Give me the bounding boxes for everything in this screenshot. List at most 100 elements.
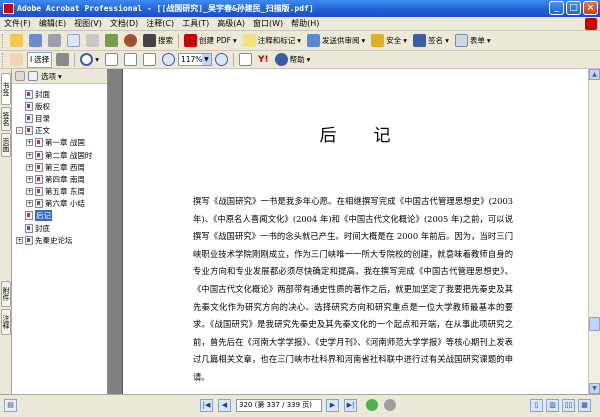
stamp-button[interactable]: [122, 33, 139, 49]
select-tool-button[interactable]: I 选择: [27, 51, 53, 68]
page-layout-button[interactable]: ▤: [4, 399, 17, 412]
snapshot-button[interactable]: [54, 52, 71, 68]
tab-attachments[interactable]: 附件: [1, 281, 11, 307]
chevron-down-icon[interactable]: ▼: [201, 54, 211, 65]
menu-help[interactable]: 帮助(H): [287, 18, 323, 29]
pen-icon: [413, 34, 427, 47]
continuous-facing-button[interactable]: ▦: [578, 399, 591, 412]
tab-pages[interactable]: 页面: [1, 133, 11, 157]
bookmark-label: 后记: [35, 210, 52, 222]
new-bookmark-icon[interactable]: [28, 71, 38, 81]
forms-button[interactable]: 表单 ▾: [453, 33, 493, 49]
bookmark-item[interactable]: + 第六章 小结: [12, 198, 107, 210]
send-review-button[interactable]: 发送供审阅 ▾: [305, 33, 367, 49]
menu-view[interactable]: 视图(V): [70, 18, 106, 29]
continuous-button[interactable]: ▥: [546, 399, 559, 412]
comment-markup-button[interactable]: 注释和标记 ▾: [241, 33, 303, 49]
menu-document[interactable]: 文档(D): [106, 18, 142, 29]
expand-icon[interactable]: +: [26, 163, 33, 171]
sign-button[interactable]: 签名 ▾: [411, 33, 451, 49]
vertical-scrollbar[interactable]: ▲ ▼: [588, 69, 600, 394]
menu-file[interactable]: 文件(F): [0, 18, 35, 29]
toolbar-grip[interactable]: [2, 52, 5, 67]
collapse-icon[interactable]: -: [16, 127, 23, 135]
search-button[interactable]: 搜索: [141, 33, 175, 49]
bookmark-item[interactable]: + 第一章 战国: [12, 137, 107, 149]
facing-button[interactable]: ▯▯: [562, 399, 575, 412]
close-button[interactable]: ×: [583, 1, 598, 15]
zoom-in-button[interactable]: [213, 52, 230, 68]
bookmark-icon: [35, 199, 43, 209]
create-pdf-button[interactable]: 创建 PDF ▾: [182, 33, 239, 49]
bookmark-item[interactable]: 后记: [12, 210, 107, 222]
bookmark-item[interactable]: + 第四章 南周: [12, 173, 107, 185]
bookmark-item[interactable]: 封底: [12, 222, 107, 234]
single-page-button[interactable]: ▯: [530, 399, 543, 412]
email-button[interactable]: [65, 33, 82, 49]
tab-signatures[interactable]: 签名: [1, 107, 11, 131]
zoom-out-button[interactable]: [160, 52, 177, 68]
bookmark-label: 第一章 战国: [45, 138, 85, 148]
tab-bookmarks[interactable]: 书签: [1, 73, 11, 105]
expand-icon[interactable]: +: [26, 188, 33, 196]
expand-icon[interactable]: +: [26, 139, 33, 147]
hand-tool-button[interactable]: [8, 52, 25, 68]
toolbar-separator: [232, 52, 234, 67]
expand-icon[interactable]: +: [26, 175, 33, 183]
print-button[interactable]: [46, 33, 63, 49]
tab-comments[interactable]: 注释: [1, 309, 11, 335]
bookmarks-panel: 选项 ▾ 封面 版权 目录 - 正文 + 第一章 战国 + 第二章 战国时 + 第三章 西周 + 第四章 …: [12, 69, 108, 394]
bookmark-item[interactable]: + 第三章 西周: [12, 161, 107, 173]
status-bar: ▤ |◀ ◀ 320 (第 337 / 339 页) ▶ ▶| ▯ ▥ ▯▯ ▦: [0, 394, 600, 417]
previous-page-button[interactable]: ◀: [218, 399, 231, 412]
last-page-button[interactable]: ▶|: [344, 399, 357, 412]
scroll-thumb[interactable]: [589, 317, 600, 331]
menu-advanced[interactable]: 高级(A): [213, 18, 249, 29]
pdf-page[interactable]: 后 记 撰写《战国研究》一书是我多年心愿。在相继撰写完成《中国古代管理思想史》(…: [122, 69, 588, 394]
bookmark-item[interactable]: + 第二章 战国时: [12, 149, 107, 161]
minimize-button[interactable]: _: [549, 1, 564, 15]
fit-page-button[interactable]: [122, 52, 139, 68]
zoom-level-field[interactable]: 117% ▼: [177, 53, 212, 66]
help-button[interactable]: 帮助 ▾: [273, 52, 313, 68]
delete-bookmark-icon[interactable]: [15, 71, 25, 81]
menu-edit[interactable]: 编辑(E): [35, 18, 70, 29]
bookmark-item[interactable]: + 先秦史论坛: [12, 234, 107, 246]
open-button[interactable]: [8, 33, 25, 49]
bookmark-item[interactable]: 目录: [12, 112, 107, 124]
document-area[interactable]: 后 记 撰写《战国研究》一书是我多年心愿。在相继撰写完成《中国古代管理思想史》(…: [108, 69, 588, 394]
expand-icon[interactable]: +: [16, 236, 23, 244]
toolbar-grip[interactable]: [2, 33, 5, 48]
bookmark-item[interactable]: + 第五章 东周: [12, 186, 107, 198]
fit-width-button[interactable]: [141, 52, 158, 68]
first-page-button[interactable]: |◀: [200, 399, 213, 412]
bookmark-item[interactable]: 封面: [12, 88, 107, 100]
save-button[interactable]: [27, 33, 44, 49]
scroll-down-button[interactable]: ▼: [589, 383, 600, 394]
maximize-button[interactable]: □: [566, 1, 581, 15]
menu-comments[interactable]: 注释(C): [142, 18, 178, 29]
previous-view-icon[interactable]: [366, 399, 378, 411]
stamp-icon: [124, 34, 137, 47]
rotate-icon: [238, 53, 252, 66]
scroll-up-button[interactable]: ▲: [589, 69, 600, 80]
next-page-button[interactable]: ▶: [326, 399, 339, 412]
options-menu[interactable]: 选项 ▾: [41, 71, 62, 82]
menu-window[interactable]: 窗口(W): [249, 18, 287, 29]
next-view-icon[interactable]: [384, 399, 396, 411]
organizer-button[interactable]: [103, 33, 120, 49]
zoom-value: 117%: [180, 55, 203, 64]
zoom-tool-button[interactable]: ▾: [78, 52, 101, 68]
expand-icon[interactable]: +: [26, 151, 33, 159]
expand-icon[interactable]: +: [26, 200, 33, 208]
menu-tools[interactable]: 工具(T): [178, 18, 213, 29]
actual-size-button[interactable]: [103, 52, 120, 68]
bookmark-item[interactable]: - 正文: [12, 125, 107, 137]
yahoo-button[interactable]: Y!: [256, 52, 271, 68]
bookmark-item[interactable]: 版权: [12, 100, 107, 112]
main-toolbar: 搜索 创建 PDF ▾ 注释和标记 ▾ 发送供审阅 ▾ 安全 ▾ 签名 ▾ 表单 ▾: [0, 31, 600, 51]
attach-button[interactable]: [84, 33, 101, 49]
page-number-field[interactable]: 320 (第 337 / 339 页): [236, 399, 322, 412]
rotate-button[interactable]: [237, 52, 254, 68]
secure-button[interactable]: 安全 ▾: [369, 33, 409, 49]
